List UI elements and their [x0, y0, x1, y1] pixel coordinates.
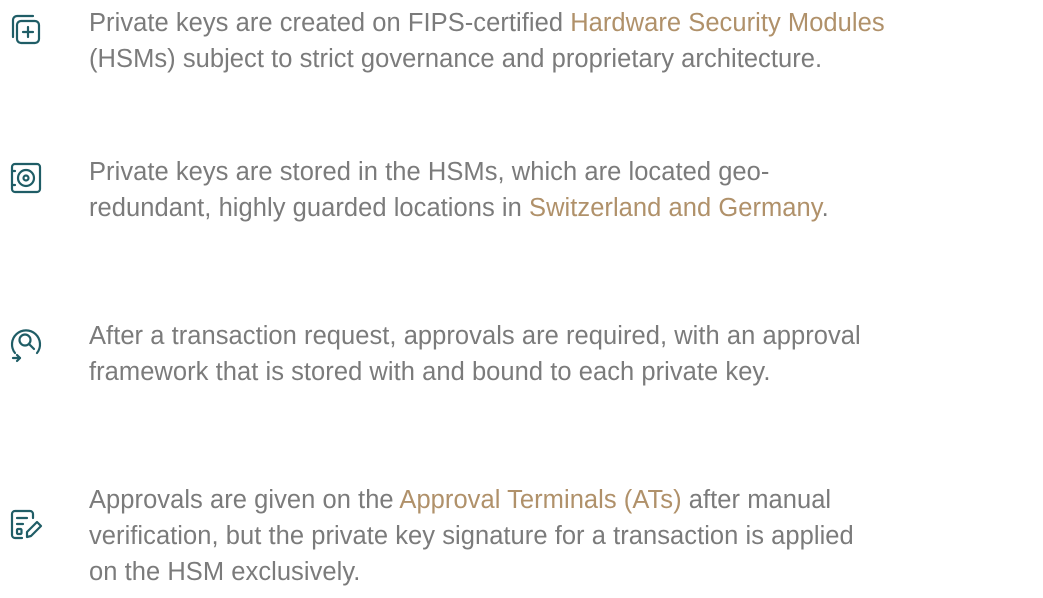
feature-text-line: After a transaction request, approvals a… — [89, 318, 1039, 354]
text-segment: redundant, highly guarded locations in — [89, 194, 530, 222]
hsm-link[interactable]: Hardware Security Modules — [570, 9, 884, 37]
feature-text-line: redundant, highly guarded locations in S… — [89, 190, 1039, 226]
text-segment: After a transaction request, approvals a… — [89, 322, 861, 350]
feature-list: Private keys are created on FIPS-certifi… — [0, 0, 1043, 598]
search-approval-icon — [6, 323, 46, 363]
feature-text-line: Private keys are stored in the HSMs, whi… — [89, 154, 1039, 190]
add-key-icon — [6, 8, 46, 48]
feature-text: Private keys are created on FIPS-certifi… — [89, 5, 1039, 77]
text-segment: after manual — [681, 486, 832, 514]
feature-text: Private keys are stored in the HSMs, whi… — [89, 154, 1039, 226]
text-segment: framework that is stored with and bound … — [89, 358, 771, 386]
text-segment: verification, but the private key signat… — [89, 522, 854, 550]
text-segment: on the HSM exclusively. — [89, 558, 361, 586]
feature-text-line: verification, but the private key signat… — [89, 518, 1039, 554]
feature-text-line: on the HSM exclusively. — [89, 554, 1039, 590]
feature-text: After a transaction request, approvals a… — [89, 318, 1039, 390]
vault-icon — [6, 158, 46, 198]
approval-terminals-link[interactable]: Approval Terminals (ATs) — [399, 486, 681, 514]
feature-text-line: (HSMs) subject to strict governance and … — [89, 41, 1039, 77]
document-edit-icon — [6, 504, 46, 544]
feature-text-line: framework that is stored with and bound … — [89, 354, 1039, 390]
text-segment: Approvals are given on the — [89, 486, 400, 514]
text-segment: Private keys are stored in the HSMs, whi… — [89, 158, 770, 186]
locations-link[interactable]: Switzerland and Germany — [529, 194, 822, 222]
feature-text-line: Approvals are given on the Approval Term… — [89, 482, 1039, 518]
text-segment: (HSMs) subject to strict governance and … — [89, 45, 823, 73]
feature-text: Approvals are given on the Approval Term… — [89, 482, 1039, 590]
text-segment: Private keys are created on FIPS-certifi… — [89, 9, 571, 37]
feature-text-line: Private keys are created on FIPS-certifi… — [89, 5, 1039, 41]
text-segment: . — [821, 194, 829, 222]
